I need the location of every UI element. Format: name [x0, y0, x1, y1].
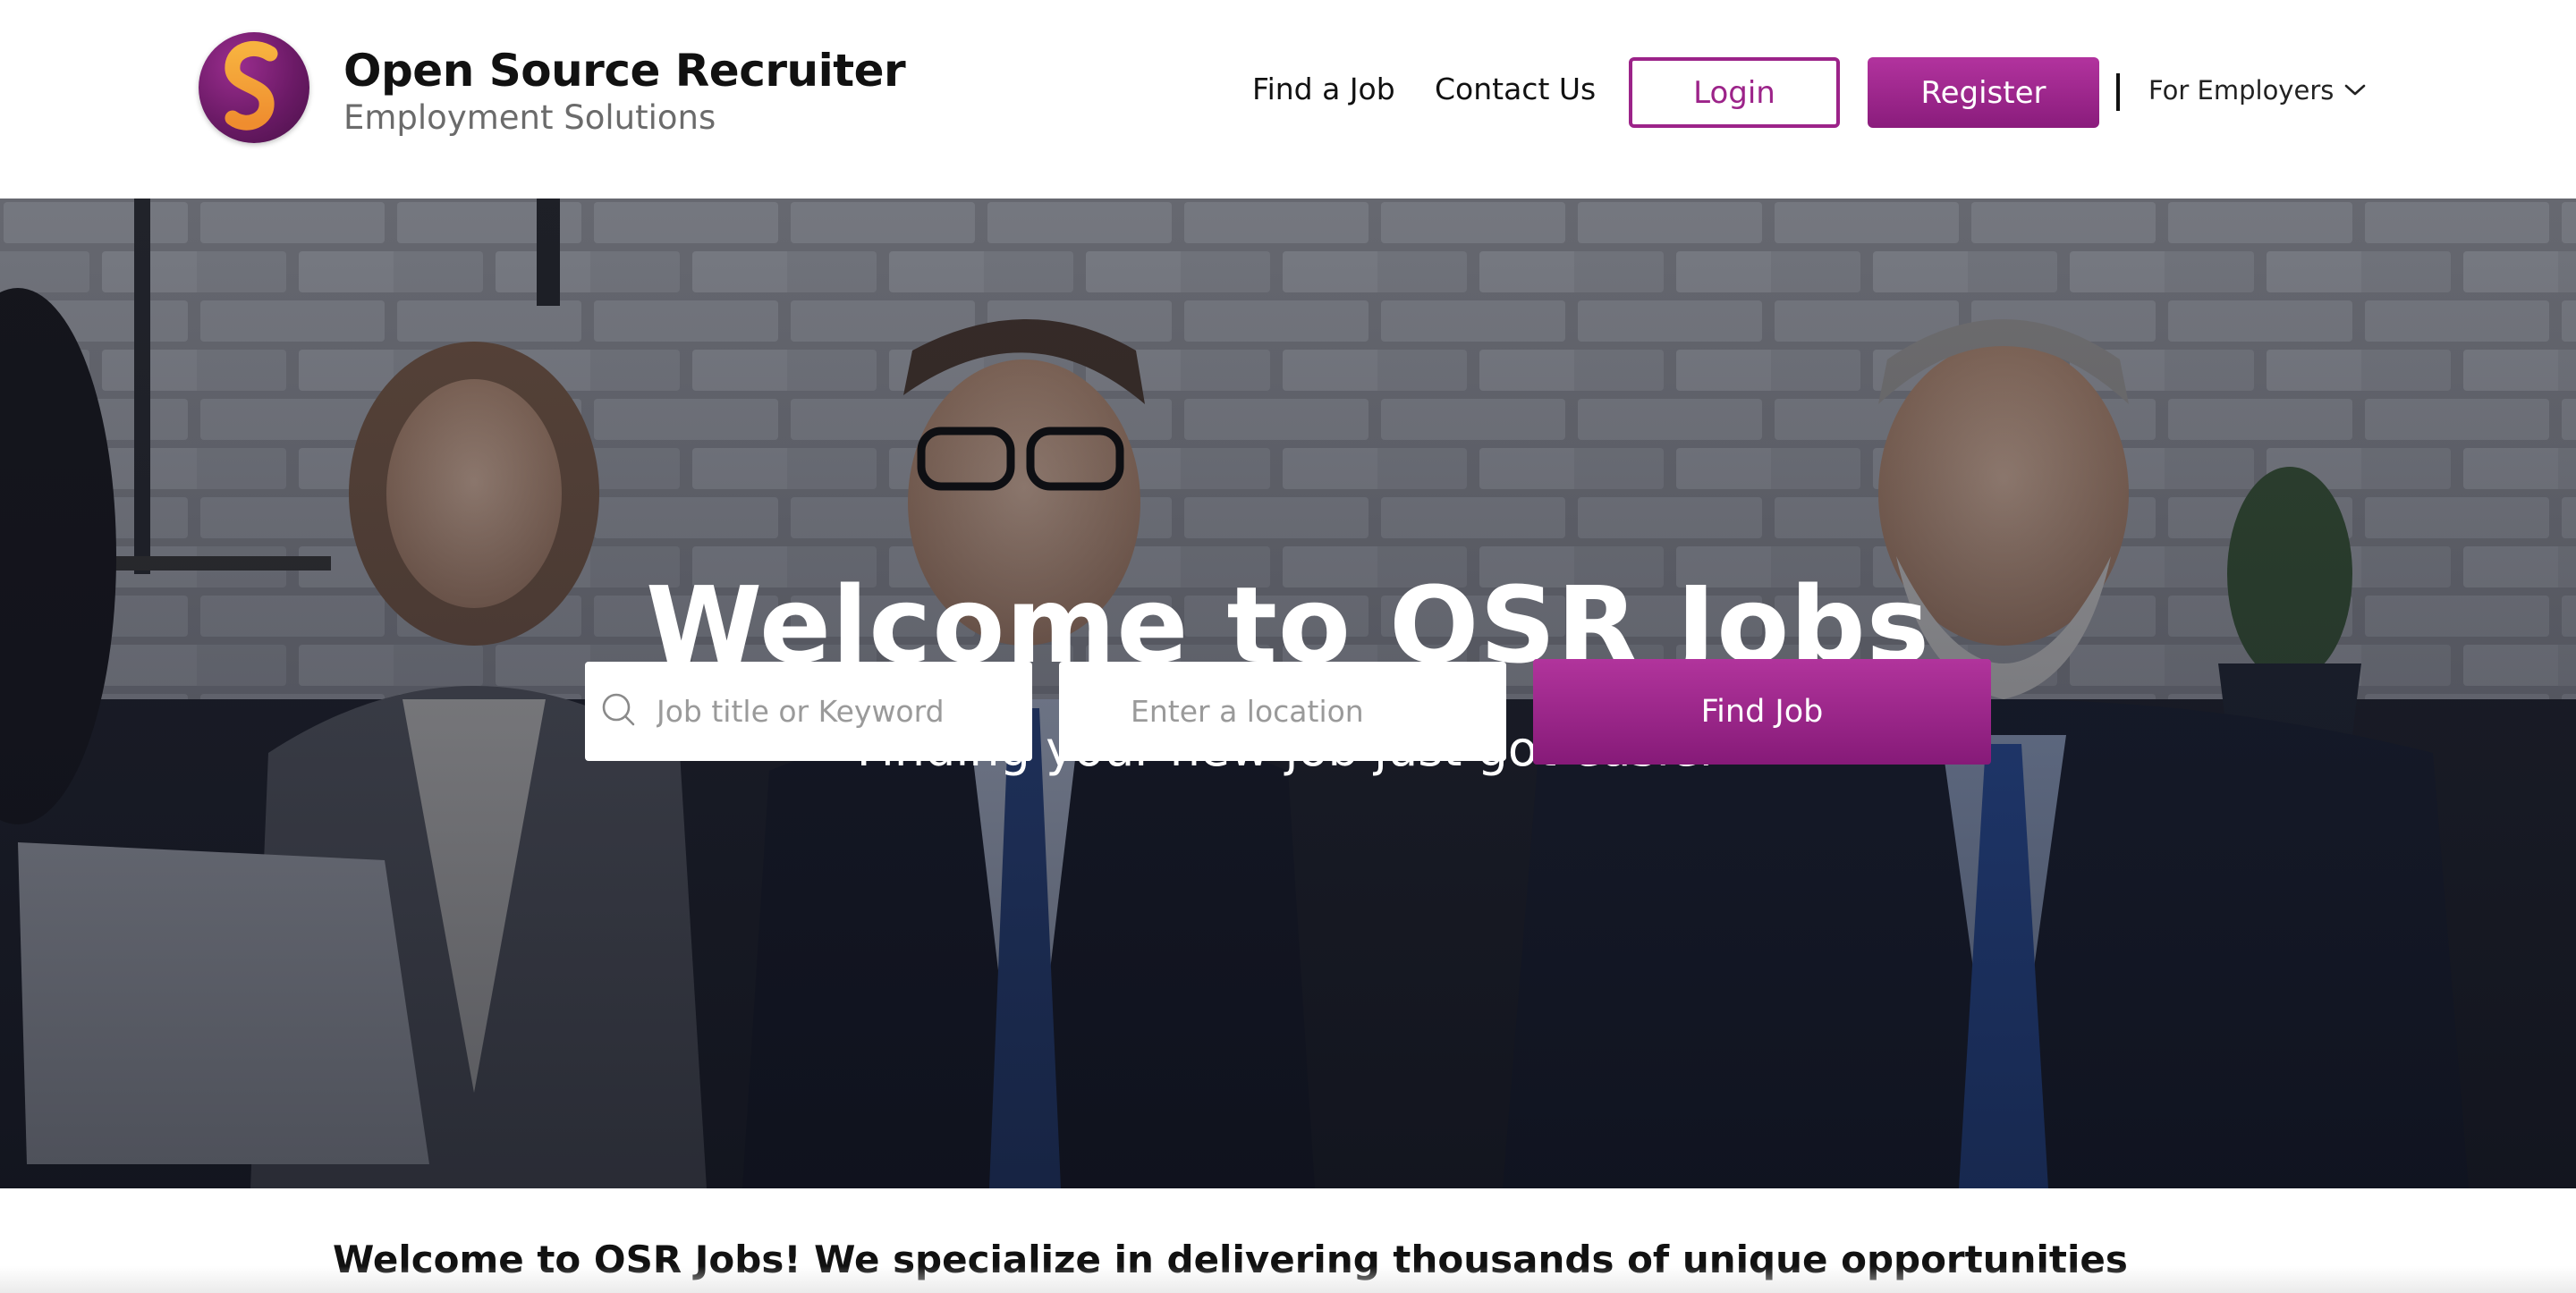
nav-find-a-job[interactable]: Find a Job [1252, 72, 1395, 106]
chevron-down-icon[interactable] [2343, 80, 2367, 98]
nav-contact-us[interactable]: Contact Us [1435, 72, 1596, 106]
intro-section: Welcome to OSR Jobs! We specialize in de… [0, 1188, 2576, 1293]
site-header: Open Source Recruiter Employment Solutio… [0, 0, 2576, 199]
register-button[interactable]: Register [1868, 57, 2099, 128]
login-button[interactable]: Login [1629, 57, 1840, 128]
scroll-fade [0, 1266, 2576, 1293]
nav-divider [2116, 73, 2120, 111]
logo-icon[interactable] [199, 32, 309, 143]
job-keyword-input[interactable] [585, 662, 1032, 761]
search-icon [602, 693, 635, 726]
brand-subtitle: Employment Solutions [343, 98, 716, 137]
location-input[interactable] [1059, 662, 1506, 761]
brand-title[interactable]: Open Source Recruiter [343, 45, 906, 97]
for-employers-dropdown[interactable]: For Employers [2148, 75, 2334, 106]
find-job-button[interactable]: Find Job [1533, 659, 1991, 765]
